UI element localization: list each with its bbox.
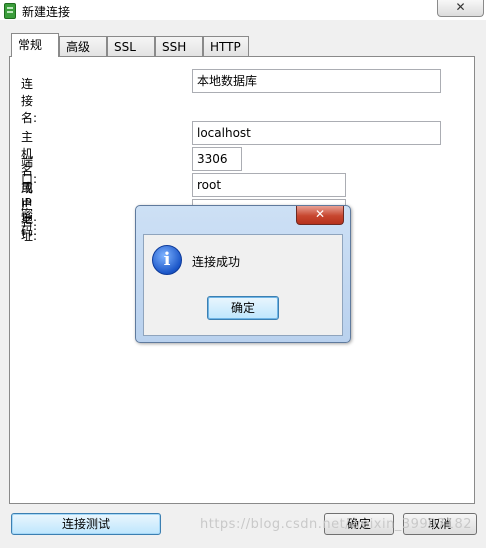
host-input[interactable]: localhost xyxy=(192,121,441,145)
success-dialog: ✕ i 连接成功 确定 xyxy=(135,205,351,343)
dialog-ok-button[interactable]: 确定 xyxy=(207,296,279,320)
tab-ssl[interactable]: SSL xyxy=(107,36,155,56)
tab-general[interactable]: 常规 xyxy=(11,33,59,57)
close-icon: ✕ xyxy=(314,207,326,221)
dialog-message: 连接成功 xyxy=(192,255,241,269)
connection-name-label: 连接名: xyxy=(21,77,38,125)
app-icon xyxy=(4,3,16,19)
title-bar: 新建连接 ✕ xyxy=(0,0,486,20)
tab-ssh[interactable]: SSH xyxy=(155,36,203,56)
window-close-button[interactable]: ✕ xyxy=(437,0,484,17)
tab-advanced[interactable]: 高级 xyxy=(59,36,107,56)
ok-button[interactable]: 确定 xyxy=(324,513,394,535)
dialog-close-button[interactable]: ✕ xyxy=(296,206,344,225)
dialog-body: i 连接成功 确定 xyxy=(143,234,343,336)
window-title: 新建连接 xyxy=(22,5,71,19)
info-icon: i xyxy=(152,245,182,275)
cancel-button[interactable]: 取消 xyxy=(403,513,477,535)
connection-test-button[interactable]: 连接测试 xyxy=(11,513,161,535)
tab-http[interactable]: HTTP xyxy=(203,36,249,56)
port-input[interactable]: 3306 xyxy=(192,147,242,171)
password-label: 密码: xyxy=(21,207,38,238)
close-icon: ✕ xyxy=(455,0,466,14)
connection-name-input[interactable]: 本地数据库 xyxy=(192,69,441,93)
username-input[interactable]: root xyxy=(192,173,346,197)
